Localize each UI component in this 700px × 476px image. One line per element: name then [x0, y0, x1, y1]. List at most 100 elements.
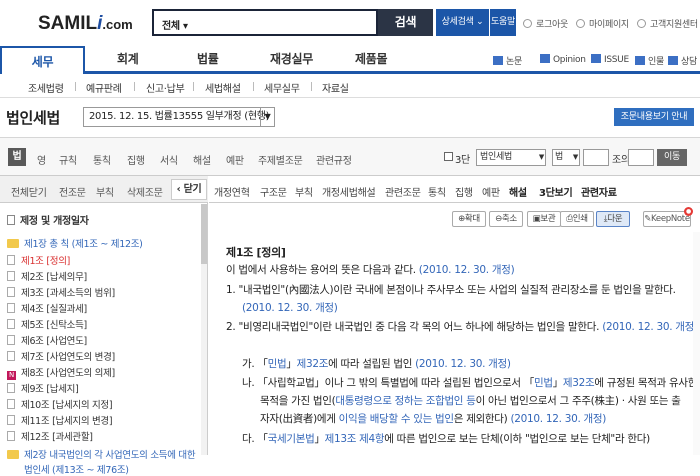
revision-date[interactable]: (2010. 12. 30. 개정): [415, 358, 511, 370]
revision-date[interactable]: (2010. 12. 30. 개정): [419, 264, 515, 276]
opinion-link[interactable]: Opinion: [540, 54, 586, 65]
tab-revision-commentary[interactable]: 개정세법해설: [322, 184, 376, 199]
civil-law-link[interactable]: 민법: [534, 377, 553, 389]
issue-link[interactable]: ISSUE: [591, 54, 629, 65]
tab-general[interactable]: 통칙: [93, 152, 111, 167]
search-scope-select[interactable]: 전체 ▾: [162, 17, 188, 32]
tab-general-rules[interactable]: 통칙: [428, 184, 446, 199]
zoom-in-button[interactable]: ⊕확대: [452, 211, 486, 227]
tab-sewu[interactable]: 세무: [0, 46, 85, 74]
tab-old-article[interactable]: 구조문: [260, 184, 287, 199]
scrollbar[interactable]: [693, 232, 700, 455]
help-button[interactable]: 도움말: [489, 9, 516, 36]
toc-item[interactable]: N 제8조 [사업연도의 의제]: [7, 365, 115, 380]
logout-link[interactable]: 로그아웃: [523, 17, 568, 30]
article-32-link[interactable]: 제32조: [297, 358, 329, 370]
toc-item[interactable]: 제7조 [사업연도의 변경]: [7, 349, 115, 363]
tab-decree[interactable]: 영: [37, 152, 46, 167]
revision-date[interactable]: (2010. 12. 30. 개정): [602, 321, 698, 333]
tab-rule[interactable]: 규칙: [59, 152, 77, 167]
toc-item[interactable]: 제6조 [사업연도]: [7, 333, 87, 347]
article-number-input[interactable]: [583, 149, 609, 166]
tab-three-column-view[interactable]: 3단보기: [539, 184, 573, 199]
toc-item[interactable]: 제10조 [납세지의 지정]: [7, 397, 113, 411]
toc-item[interactable]: 제4조 [실질과세]: [7, 301, 87, 315]
toc-title[interactable]: 제정 및 개정일자: [7, 212, 89, 227]
article-intro: 이 법에서 사용하는 용어의 뜻은 다음과 같다. (2010. 12. 30.…: [226, 263, 515, 277]
people-link[interactable]: 인물: [635, 54, 664, 67]
zoom-out-button[interactable]: ⊖축소: [489, 211, 523, 227]
advanced-search-button[interactable]: 상세검색 ⌄: [436, 9, 489, 36]
tab-commentary[interactable]: 해설: [509, 184, 527, 199]
paper-link[interactable]: 논문: [493, 54, 522, 67]
toc-item[interactable]: 제3조 [과세소득의 범위]: [7, 285, 115, 299]
tab-enforcement[interactable]: 집행: [127, 152, 145, 167]
article-32-link[interactable]: 제32조: [563, 377, 595, 389]
toc-chapter[interactable]: 제1장 총 칙 (제1조 ~ 제12조): [7, 236, 143, 250]
tab-accounting[interactable]: 회계: [117, 50, 139, 67]
close-panel-button[interactable]: ‹ 닫기: [171, 179, 207, 200]
download-button[interactable]: ⤓다운: [596, 211, 630, 227]
union-corp-link[interactable]: 대통령령으로 정하는 조합법인 등: [335, 395, 475, 407]
tab-addenda[interactable]: 부칙: [295, 184, 313, 199]
tab-enforcement[interactable]: 집행: [455, 184, 473, 199]
tab-topic[interactable]: 주제별조문: [258, 152, 303, 167]
article-sub-input[interactable]: [628, 149, 654, 166]
advanced-search-label: 상세검색: [441, 17, 474, 27]
dividend-corp-link[interactable]: 이익을 배당할 수 있는 법인: [339, 413, 454, 425]
collapse-all-tab[interactable]: 전체닫기: [11, 184, 47, 199]
subnav-rulings[interactable]: 예규판례: [86, 80, 122, 95]
toc-item-label: 제8조 [사업연도의 의제]: [21, 368, 115, 379]
tab-forms[interactable]: 서식: [160, 152, 178, 167]
toc-item[interactable]: 제11조 [납세지의 변경]: [7, 413, 113, 427]
tab-finance[interactable]: 재경실무: [270, 50, 313, 67]
tab-cases[interactable]: 예판: [482, 184, 500, 199]
all-articles-tab[interactable]: 전조문: [59, 184, 86, 199]
search-input[interactable]: 전체 ▾: [152, 9, 378, 36]
scrollbar-thumb[interactable]: [201, 204, 207, 264]
toc-item[interactable]: 제12조 [과세관할]: [7, 429, 93, 443]
toc-chapter[interactable]: 제2장 내국법인의 각 사업연도의 소득에 대한: [7, 447, 196, 461]
search-button[interactable]: 검색: [378, 9, 433, 36]
basic-tax-law-link[interactable]: 국세기본법: [268, 433, 315, 445]
subnav-filing[interactable]: 신고·납부: [146, 80, 185, 95]
tab-revision-history[interactable]: 개정연혁: [214, 184, 250, 199]
consult-link[interactable]: 상담: [668, 54, 697, 67]
tab-related[interactable]: 관련규정: [316, 152, 352, 167]
filter-bar: 법 영 규칙 통칙 집행 서식 해설 예판 주제별조문 관련규정 3단 법인세법…: [0, 138, 700, 176]
tab-cases[interactable]: 예판: [226, 152, 244, 167]
addenda-tab[interactable]: 부칙: [96, 184, 114, 199]
revision-date[interactable]: (2010. 12. 30. 개정): [510, 413, 606, 425]
tab-related-materials[interactable]: 관련자료: [581, 184, 617, 199]
print-button[interactable]: ⎙인쇄: [560, 211, 594, 227]
subnav-commentary[interactable]: 세법해설: [205, 80, 241, 95]
three-column-checkbox[interactable]: [444, 152, 453, 161]
revision-date[interactable]: (2010. 12. 30. 개정): [242, 302, 338, 314]
samil-logo[interactable]: SAMILi.com: [38, 13, 133, 35]
subnav-practice[interactable]: 세무실무: [264, 80, 300, 95]
tab-commentary[interactable]: 해설: [193, 152, 211, 167]
mypage-link[interactable]: 마이페이지: [576, 17, 629, 30]
toc-item[interactable]: 제5조 [신탁소득]: [7, 317, 87, 331]
deleted-tab[interactable]: 삭제조문: [127, 184, 163, 199]
toc-chapter[interactable]: 법인세 (제13조 ~ 제76조): [24, 462, 129, 476]
go-button[interactable]: 이동: [657, 149, 687, 166]
version-select[interactable]: 2015. 12. 15. 법률13555 일부개정 (현행) ▼: [83, 107, 275, 127]
support-link[interactable]: 고객지원센터: [637, 17, 698, 30]
article-13-link[interactable]: 제13조 제4항: [325, 433, 385, 445]
civil-law-link[interactable]: 민법: [268, 358, 287, 370]
toc-item[interactable]: 제9조 [납세지]: [7, 381, 79, 395]
guide-button[interactable]: 조문내용보기 안내: [614, 108, 694, 126]
toc-item[interactable]: 제2조 [납세의무]: [7, 269, 87, 283]
toc-item[interactable]: 제1조 [정의]: [7, 253, 70, 267]
law-type-select[interactable]: 법 ▼: [552, 149, 580, 166]
tab-related-articles[interactable]: 관련조문: [385, 184, 421, 199]
subnav-tax-law[interactable]: 조세법령: [28, 80, 64, 95]
law-select[interactable]: 법인세법 ▼: [476, 149, 546, 166]
tab-law-active[interactable]: 법: [8, 148, 26, 166]
tab-shop[interactable]: 제품몰: [355, 50, 388, 67]
save-button[interactable]: ▣보관: [527, 211, 561, 227]
tab-law[interactable]: 법률: [197, 50, 219, 67]
article-tabs: 개정연혁 구조문 부칙 개정세법해설 관련조문 통칙 집행 예판 해설 3단보기…: [209, 176, 700, 203]
subnav-library[interactable]: 자료실: [322, 80, 349, 95]
